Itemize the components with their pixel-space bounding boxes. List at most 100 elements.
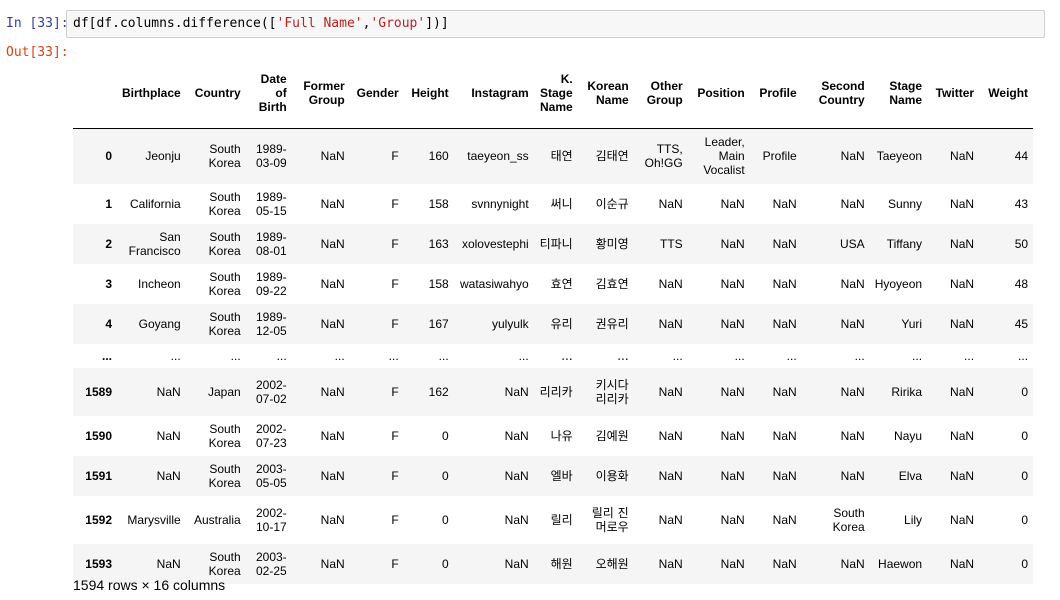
- table-cell: NaN: [320, 276, 345, 291]
- table-cell: USA: [840, 236, 865, 251]
- table-cell: South Korea: [208, 421, 241, 450]
- table-cell: NaN: [504, 556, 529, 571]
- table-cell: 권유리: [595, 316, 629, 331]
- table-cell: NaN: [720, 276, 745, 291]
- row-index: 4: [105, 316, 112, 331]
- code-suffix: ])]: [425, 16, 449, 31]
- table-cell: 2003-05-05: [255, 461, 287, 490]
- table-cell: 김효연: [595, 276, 629, 291]
- table-cell: ...: [1018, 348, 1029, 363]
- table-cell: NaN: [320, 316, 345, 331]
- table-cell: NaN: [720, 196, 745, 211]
- table-cell: NaN: [320, 428, 345, 443]
- table-cell: 0: [1021, 428, 1029, 443]
- table-cell: South Korea: [208, 461, 241, 490]
- table-cell: 0: [442, 428, 449, 443]
- table-cell: NaN: [772, 316, 797, 331]
- table-header: Birthplace Country Date of Birth Former Gro…: [73, 58, 1034, 129]
- table-cell: NaN: [950, 276, 975, 291]
- table-cell: 효연: [550, 276, 573, 291]
- dataframe-shape: 1594 rows × 16 columns: [73, 577, 226, 593]
- table-cell: 50: [1014, 236, 1029, 251]
- table-cell: NaN: [950, 149, 975, 164]
- code-cell-input[interactable]: df[df.columns.difference(['Full Name','G…: [66, 10, 1045, 38]
- table-cell: NaN: [772, 512, 797, 527]
- table-cell: NaN: [950, 428, 975, 443]
- table-cell: Yuri: [901, 316, 923, 331]
- row-index: 1590: [85, 428, 112, 443]
- table-cell: F: [391, 512, 399, 527]
- table-cell: California: [129, 196, 181, 211]
- table-cell: Ririka: [891, 384, 923, 399]
- table-cell: 162: [428, 384, 449, 399]
- table-cell: 써니: [550, 196, 573, 211]
- table-cell: ...: [734, 348, 745, 363]
- table-cell: TTS: [660, 236, 683, 251]
- table-cell: NaN: [658, 196, 683, 211]
- table-row: 1591 NaN South Korea 2003-05-05 NaN F 0 NaN 엘바 이용…: [73, 455, 1034, 496]
- table-cell: NaN: [840, 556, 865, 571]
- table-cell: 1989-09-22: [255, 269, 287, 298]
- table-cell: NaN: [840, 316, 865, 331]
- table-cell: 이용화: [595, 468, 629, 483]
- table-cell: NaN: [772, 196, 797, 211]
- table-cell: South Korea: [208, 189, 241, 218]
- table-row: 3 Incheon South Korea 1989-09-22 NaN F 158 wata…: [73, 264, 1033, 304]
- table-cell: NaN: [840, 384, 865, 399]
- table-cell: F: [391, 196, 399, 211]
- table-cell: NaN: [504, 468, 529, 483]
- table-cell: 2002-10-17: [255, 505, 287, 534]
- column-header: Gender: [349, 58, 404, 129]
- column-header: Height: [403, 58, 454, 129]
- table-cell: NaN: [772, 236, 797, 251]
- table-cell: 김태연: [595, 149, 629, 164]
- table-cell: South Korea: [208, 142, 241, 171]
- table-cell: NaN: [320, 149, 345, 164]
- column-header: Other Group: [633, 58, 688, 129]
- column-header: Twitter: [927, 58, 980, 129]
- table-row: 2 San Francisco South Korea 1989-08-01 NaN F 1…: [73, 223, 1034, 264]
- table-cell: NaN: [658, 384, 683, 399]
- table-cell: 김예원: [595, 428, 629, 443]
- column-header: Date of Birth: [245, 58, 292, 129]
- table-cell: F: [391, 149, 399, 164]
- table-cell: 1989-12-05: [255, 309, 287, 338]
- table-row: ........................................…: [73, 344, 1033, 368]
- column-header: K. Stage Name: [533, 58, 578, 129]
- row-index: 0: [105, 149, 112, 164]
- table-cell: 2003-02-25: [255, 549, 287, 578]
- table-cell: NaN: [720, 236, 745, 251]
- table-cell: NaN: [772, 428, 797, 443]
- table-cell: NaN: [720, 468, 745, 483]
- table-cell: 키시다 리리카: [595, 377, 629, 406]
- table-row: 4 Goyang South Korea 1989-12-05 NaN F 167 yulyu…: [73, 303, 1034, 344]
- table-cell: 160: [428, 149, 449, 164]
- table-cell: 0: [1021, 512, 1029, 527]
- column-header: Korean Name: [577, 58, 634, 129]
- table-row: 1589 NaN Japan 2002-07-02 NaN F 162 NaN 리리카 키시다 리…: [73, 367, 1034, 416]
- table-cell: 0: [1021, 468, 1029, 483]
- column-header: Birthplace: [117, 58, 186, 129]
- table-cell: 1989-05-15: [255, 189, 287, 218]
- row-index: 1592: [85, 512, 112, 527]
- column-header: Former Group: [291, 58, 350, 129]
- table-cell: NaN: [950, 512, 975, 527]
- table-cell: 태연: [550, 149, 573, 164]
- table-cell: 유리: [550, 316, 573, 331]
- table-cell: 158: [428, 276, 449, 291]
- table-cell: 오해원: [595, 556, 629, 571]
- table-cell: 0: [442, 512, 449, 527]
- table-cell: NaN: [658, 276, 683, 291]
- table-cell: NaN: [320, 512, 345, 527]
- table-cell: NaN: [772, 276, 797, 291]
- table-cell: NaN: [840, 468, 865, 483]
- table-cell: NaN: [772, 468, 797, 483]
- table-cell: NaN: [720, 512, 745, 527]
- table-cell: NaN: [720, 384, 745, 399]
- table-cell: NaN: [950, 196, 975, 211]
- table-cell: NaN: [658, 512, 683, 527]
- table-cell: NaN: [840, 149, 865, 164]
- table-cell: ...: [854, 348, 865, 363]
- table-cell: NaN: [772, 556, 797, 571]
- table-cell: 티파니: [539, 236, 573, 251]
